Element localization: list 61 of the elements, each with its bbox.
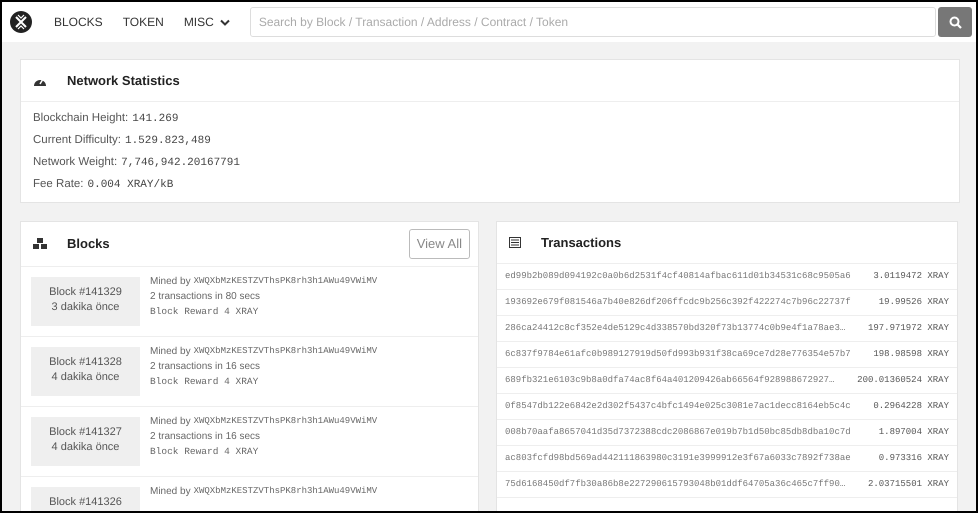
cubes-icon (33, 238, 47, 250)
search-field[interactable]: Search by Block / Transaction / Address / Contract / Token (250, 7, 936, 37)
block-age: 4 dakika önce (52, 370, 120, 385)
block-age: 3 dakika önce (52, 300, 120, 315)
search-icon (948, 16, 962, 28)
transaction-hash[interactable]: 75d6168450df7fb30a86b8e227290615793048b01ddf64705a36c465c7ff90… (505, 478, 846, 492)
miner-address: XWQXbMzKESTZVThsPK8rh3h1AWu49VWiMV (194, 345, 378, 358)
transaction-hash[interactable]: 689fb321e6103c9b8a0dfa74ac8f64a401209426ab66564f928988672927… (505, 374, 834, 388)
miner-address: XWQXbMzKESTZVThsPK8rh3h1AWu49VWiMV (194, 415, 378, 428)
transaction-amount: 0.2964228 XRAY (873, 400, 949, 413)
logo-icon[interactable] (10, 11, 32, 33)
transaction-hash[interactable]: 0f8547db122e6842e2d302f5437c4bfc1494e025c3081e7ac1decc8164eb5c4c (505, 400, 851, 414)
stat-label: Network Weight: (33, 155, 118, 170)
nav-link[interactable]: MISC (184, 13, 230, 31)
transaction-amount: 3.0119472 XRAY (873, 270, 949, 283)
card-title: Network Statistics (67, 72, 180, 90)
miner-address: XWQXbMzKESTZVThsPK8rh3h1AWu49VWiMV (194, 485, 378, 498)
transaction-amount: 0.973316 XRAY (878, 452, 949, 465)
card-title: Transactions (541, 234, 622, 252)
stat-value: 141.269 (132, 112, 178, 127)
miner-label: Mined by (150, 415, 191, 429)
stat-label: Blockchain Height: (33, 111, 128, 126)
block-number: Block #141329 (49, 285, 122, 300)
transaction-amount: 200.01360524 XRAY (857, 374, 949, 387)
stat-label: Fee Rate: (33, 177, 84, 192)
transaction-hash[interactable]: ac803fcfd98bd569ad442111863980c3191e3999912e3f67a6033c7892f738ae (505, 452, 851, 466)
card-title: Blocks (67, 235, 110, 254)
block-age: 4 dakika önce (52, 440, 120, 455)
stat-value: 1.529.823,489 (124, 134, 211, 149)
miner-label: Mined by (150, 275, 191, 289)
chevron-down-icon (220, 18, 230, 26)
transaction-hash[interactable]: 6c837f9784e61afc0b989127919d50fd993b931f38ca69ce7d28e776354e57b7 (505, 348, 851, 362)
block-number: Block #141327 (49, 425, 122, 440)
block-transactions: 2 transactions in 16 secs (150, 360, 262, 374)
transaction-hash[interactable]: 008b70aafa8657041d35d7372388cdc2086867e019b7b1d50bc85db8dba10c7d (505, 426, 851, 440)
transaction-amount: 19.99526 XRAY (878, 296, 949, 309)
list-icon (509, 237, 521, 248)
transaction-hash[interactable]: 286ca24412c8cf352e4de5129c4d338570bd320f73b13774c0b9e4f1a78ae3… (505, 322, 846, 336)
search-button[interactable] (938, 7, 972, 37)
stat-label: Current Difficulty: (33, 133, 121, 148)
transaction-amount: 1.897004 XRAY (878, 426, 949, 439)
transaction-amount: 197.971972 XRAY (868, 322, 949, 335)
miner-address: XWQXbMzKESTZVThsPK8rh3h1AWu49VWiMV (194, 275, 378, 288)
block-reward: Block Reward 4 XRAY (150, 305, 260, 319)
stat-value: 7,746,942.20167791 (121, 156, 240, 171)
block-reward: Block Reward 4 XRAY (150, 375, 260, 389)
transaction-amount: 198.98598 XRAY (873, 348, 949, 361)
miner-label: Mined by (150, 345, 191, 359)
nav-link[interactable]: TOKEN (122, 13, 164, 31)
block-transactions: 2 transactions in 16 secs (150, 430, 262, 444)
block-reward: Block Reward 4 XRAY (150, 445, 260, 459)
block-number: Block #141328 (49, 355, 122, 370)
stat-value: 0.004 XRAY/kB (88, 178, 174, 193)
block-transactions: 2 transactions in 80 secs (150, 290, 262, 304)
nav-link[interactable]: BLOCKS (54, 13, 103, 31)
transaction-hash[interactable]: 193692e679f081546a7b40e826df206ffcdc9b256c392f422274c7b96c22737f (505, 296, 851, 310)
transaction-hash[interactable]: ed99b2b089d094192c0a0b6d2531f4cf40814afbac611d01b34531c68c9505a6 (505, 270, 851, 284)
transaction-amount: 2.03715501 XRAY (868, 478, 949, 491)
miner-label: Mined by (150, 485, 191, 499)
block-number: Block #141326 (49, 495, 122, 510)
view-all-button[interactable]: View All (408, 229, 470, 259)
